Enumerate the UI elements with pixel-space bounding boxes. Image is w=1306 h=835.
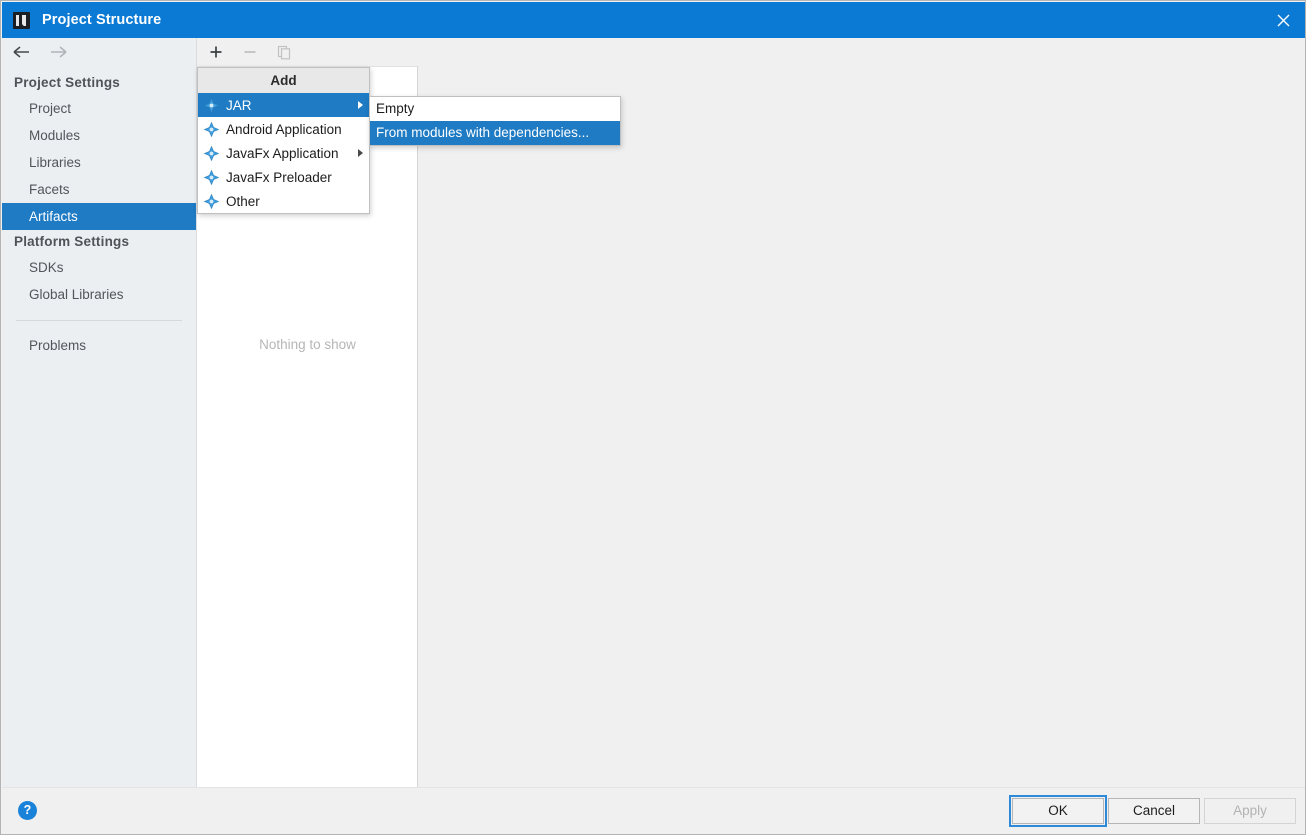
menu-item-javafx-preloader[interactable]: JavaFx Preloader xyxy=(198,165,369,189)
sidebar-divider xyxy=(16,320,182,321)
chevron-right-icon xyxy=(358,101,363,109)
add-artifact-button[interactable] xyxy=(207,43,225,61)
sidebar-group-project-settings: Project Settings xyxy=(14,75,120,90)
menu-item-label: JavaFx Application xyxy=(226,145,339,161)
sidebar-item-problems[interactable]: Problems xyxy=(2,332,196,359)
navigation-arrows xyxy=(2,38,196,71)
sidebar-item-sdks[interactable]: SDKs xyxy=(2,254,196,281)
project-structure-dialog: Project Structure Project Settings Proje… xyxy=(0,0,1306,835)
sidebar-item-facets[interactable]: Facets xyxy=(2,176,196,203)
plus-icon xyxy=(210,46,222,58)
copy-artifact-button xyxy=(275,43,293,61)
submenu-item-from-modules-with-dependencies[interactable]: From modules with dependencies... xyxy=(370,121,620,145)
chevron-right-icon xyxy=(358,149,363,157)
sidebar-group-platform-settings: Platform Settings xyxy=(14,234,130,249)
cancel-button[interactable]: Cancel xyxy=(1108,798,1200,824)
artifact-diamond-icon xyxy=(203,121,220,137)
add-artifact-menu: Add JAR Android Application JavaFx Appli… xyxy=(197,67,370,214)
menu-item-other[interactable]: Other xyxy=(198,189,369,213)
intellij-idea-icon xyxy=(13,11,30,29)
close-button[interactable] xyxy=(1260,2,1305,38)
jar-submenu: Empty From modules with dependencies... xyxy=(369,96,621,146)
minus-icon xyxy=(244,51,256,53)
dialog-footer: ? OK Cancel Apply xyxy=(2,787,1305,834)
sidebar-item-artifacts[interactable]: Artifacts xyxy=(2,203,196,230)
remove-artifact-button xyxy=(241,43,259,61)
apply-button: Apply xyxy=(1204,798,1296,824)
artifacts-toolbar xyxy=(197,38,419,67)
arrow-left-icon[interactable] xyxy=(12,45,32,64)
submenu-item-empty[interactable]: Empty xyxy=(370,97,620,121)
menu-item-label: Other xyxy=(226,193,260,209)
add-menu-header: Add xyxy=(198,68,369,93)
close-icon xyxy=(1277,14,1289,26)
menu-item-label: JAR xyxy=(226,97,252,113)
sidebar-item-global-libraries[interactable]: Global Libraries xyxy=(2,281,196,308)
sidebar-item-libraries[interactable]: Libraries xyxy=(2,149,196,176)
menu-item-javafx-application[interactable]: JavaFx Application xyxy=(198,141,369,165)
artifact-diamond-icon xyxy=(203,169,220,185)
menu-item-label: Android Application xyxy=(226,121,342,137)
window-title: Project Structure xyxy=(42,12,162,28)
artifact-diamond-icon xyxy=(203,193,220,209)
menu-item-jar[interactable]: JAR xyxy=(198,93,369,117)
sidebar-item-modules[interactable]: Modules xyxy=(2,122,196,149)
settings-sidebar: Project Settings Project Modules Librari… xyxy=(2,38,197,787)
arrow-right-icon[interactable] xyxy=(49,45,69,64)
menu-item-label: JavaFx Preloader xyxy=(226,169,332,185)
ok-button[interactable]: OK xyxy=(1009,795,1107,827)
sidebar-item-project[interactable]: Project xyxy=(2,95,196,122)
help-question-icon[interactable]: ? xyxy=(18,801,37,820)
copy-icon xyxy=(277,45,290,59)
menu-item-android-application[interactable]: Android Application xyxy=(198,117,369,141)
empty-list-message: Nothing to show xyxy=(259,337,356,352)
title-bar: Project Structure xyxy=(2,2,1305,38)
artifact-diamond-icon xyxy=(203,145,220,161)
artifact-diamond-icon xyxy=(203,97,220,113)
